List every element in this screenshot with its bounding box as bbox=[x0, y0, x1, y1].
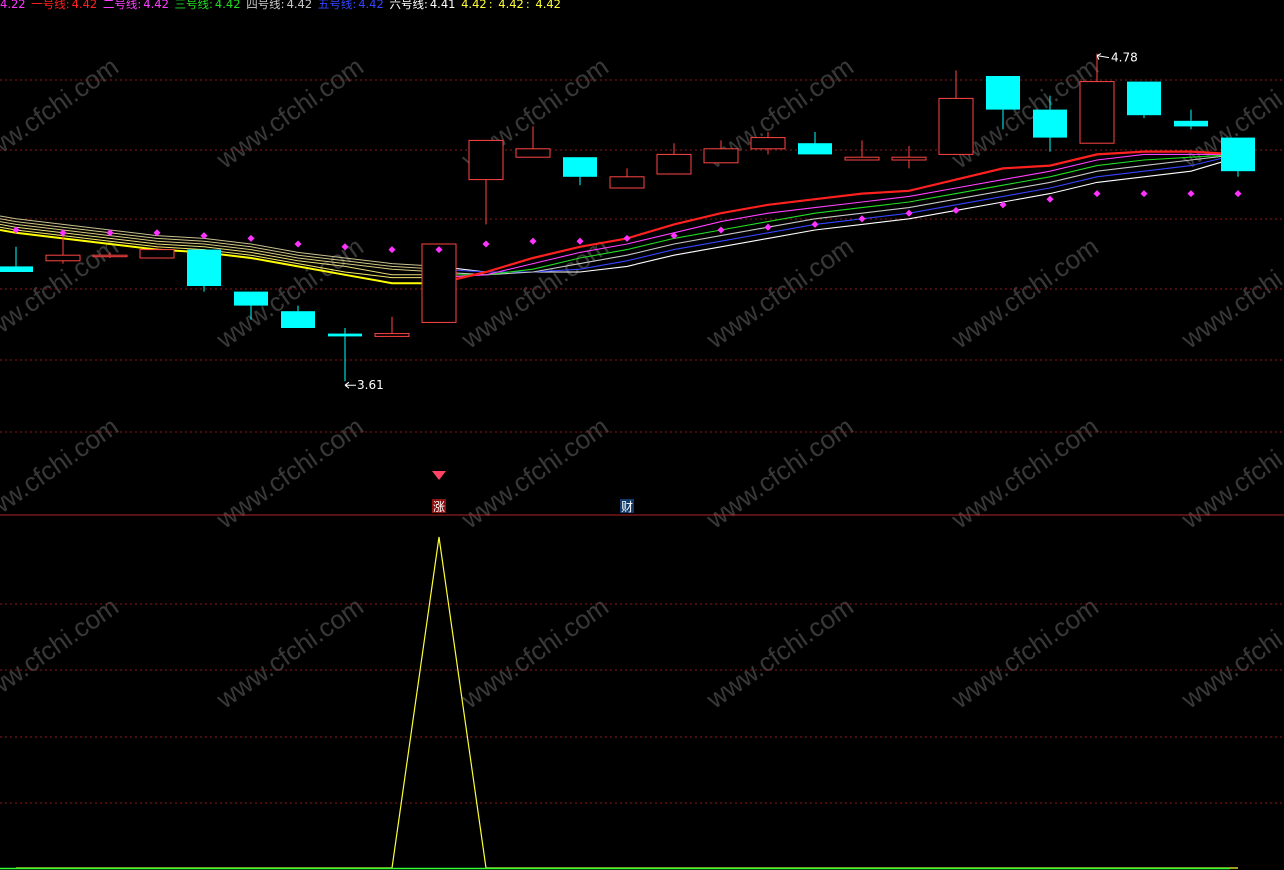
cai-marker: 财 bbox=[621, 500, 633, 514]
candle-body bbox=[1079, 81, 1115, 144]
watermark-text: www.cfchi.com bbox=[945, 411, 1104, 535]
watermark-text: www.cfchi.com bbox=[210, 411, 369, 535]
watermark-text: www.cfchi.com bbox=[0, 411, 124, 535]
candle-body bbox=[750, 137, 786, 150]
candle-body bbox=[1174, 120, 1208, 127]
watermark-text: www.cfchi.com bbox=[210, 591, 369, 715]
watermark-text: www.cfchi.com bbox=[455, 411, 614, 535]
candle-body bbox=[938, 97, 974, 155]
candle bbox=[1221, 137, 1255, 177]
candle bbox=[563, 157, 597, 186]
candle bbox=[187, 249, 221, 292]
watermark-text: www.cfchi.com bbox=[945, 231, 1104, 355]
watermark-text: www.cfchi.com bbox=[700, 411, 859, 535]
candle bbox=[609, 168, 645, 189]
candle bbox=[938, 70, 974, 155]
candle-body bbox=[563, 157, 597, 177]
candle-body bbox=[187, 249, 221, 286]
candle-body bbox=[609, 176, 645, 189]
watermark-text: www.cfchi.com bbox=[1175, 231, 1284, 355]
indicator-line bbox=[16, 536, 1238, 869]
watermark-text: www.cfchi.com bbox=[0, 591, 124, 715]
candle-body bbox=[798, 143, 832, 155]
low-arrow-icon bbox=[344, 381, 356, 389]
watermark-layer: www.cfchi.com www.cfchi.com www.cfchi.com w… bbox=[0, 51, 1284, 715]
indicator-panel bbox=[16, 536, 1238, 869]
candle bbox=[891, 146, 927, 169]
candle bbox=[1174, 109, 1208, 130]
dot-marker bbox=[1234, 190, 1242, 198]
dot-marker bbox=[623, 234, 631, 242]
candle-body bbox=[844, 156, 880, 161]
candle-body bbox=[92, 254, 128, 258]
candle-body bbox=[421, 243, 457, 323]
candle bbox=[468, 139, 504, 225]
candle-body bbox=[281, 311, 315, 328]
candle-body bbox=[703, 148, 739, 164]
dot-marker bbox=[905, 209, 913, 217]
watermark-text: www.cfchi.com bbox=[1175, 411, 1284, 535]
dot-marker bbox=[1046, 195, 1054, 203]
candle-body bbox=[1221, 137, 1255, 172]
watermark-text: www.cfchi.com bbox=[455, 231, 614, 355]
dot-marker bbox=[811, 220, 819, 228]
dot-marker bbox=[388, 246, 396, 254]
dot-marker bbox=[1093, 190, 1101, 198]
candle-body bbox=[986, 76, 1020, 110]
watermark-text: www.cfchi.com bbox=[210, 51, 369, 175]
diamond-icon bbox=[432, 471, 446, 480]
kline-chart: www.cfchi.com www.cfchi.com www.cfchi.com w… bbox=[0, 51, 1284, 870]
dot-marker bbox=[482, 240, 490, 248]
candle bbox=[1127, 81, 1161, 118]
dot-marker bbox=[1140, 190, 1148, 198]
dot-marker bbox=[764, 223, 772, 231]
candle-body bbox=[468, 139, 504, 181]
candle-body bbox=[891, 156, 927, 161]
watermark-text: www.cfchi.com bbox=[700, 591, 859, 715]
watermark-text: www.cfchi.com bbox=[455, 591, 614, 715]
candle-body bbox=[0, 266, 33, 272]
watermark-text: www.cfchi.com bbox=[1175, 591, 1284, 715]
dot-marker bbox=[529, 237, 537, 245]
high-arrow-icon bbox=[1096, 53, 1110, 60]
candle bbox=[421, 243, 457, 323]
watermark-text: www.cfchi.com bbox=[945, 591, 1104, 715]
watermark-text: www.cfchi.com bbox=[0, 51, 124, 175]
dot-marker bbox=[294, 240, 302, 248]
zhang-marker: 涨 bbox=[433, 499, 445, 514]
candle-body bbox=[1033, 109, 1067, 138]
candle bbox=[374, 316, 410, 337]
dot-marker bbox=[952, 206, 960, 214]
candle-body bbox=[234, 291, 268, 306]
candle bbox=[328, 328, 362, 382]
watermark-text: www.cfchi.com bbox=[700, 231, 859, 355]
candle-body bbox=[515, 148, 551, 158]
dot-marker bbox=[247, 234, 255, 242]
candle-body bbox=[656, 153, 692, 175]
candle-body bbox=[139, 249, 175, 259]
candle bbox=[798, 132, 832, 155]
dot-marker bbox=[717, 226, 725, 234]
low-price-label: 3.61 bbox=[357, 378, 384, 392]
candle-body bbox=[328, 333, 362, 337]
high-price-label: 4.78 bbox=[1111, 51, 1138, 65]
candlestick-series bbox=[0, 53, 1255, 382]
candle bbox=[0, 246, 33, 272]
candle bbox=[656, 143, 692, 175]
dot-marker bbox=[1187, 190, 1195, 198]
candle-body bbox=[374, 333, 410, 337]
candle-body bbox=[1127, 81, 1161, 116]
watermark-text: www.cfchi.com bbox=[0, 231, 124, 355]
candle-body bbox=[45, 254, 81, 262]
dot-marker bbox=[858, 215, 866, 223]
